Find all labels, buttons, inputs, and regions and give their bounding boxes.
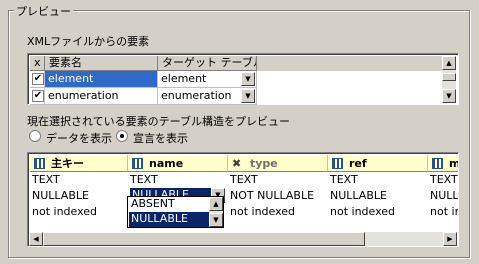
preview-row-index: not indexed not indexed not indexed not … [30,204,458,220]
column-icon[interactable] [332,158,343,169]
target-table-cell[interactable]: element ▼ [158,71,257,88]
scroll-left-button[interactable]: ◀ [29,232,43,246]
column-name: type [250,157,278,170]
column-icon[interactable] [34,158,45,169]
show-data-radio[interactable] [29,130,41,142]
column-header-element-name[interactable]: 要素名 [45,56,158,71]
target-table-value: enumeration [161,89,232,102]
table-cell: not indexed [32,205,98,218]
table-cell: NULLABLE [330,189,387,202]
scroll-right-button[interactable]: ▶ [443,232,457,246]
xml-elements-label: XMLファイルからの要素 [27,35,150,48]
row-checkbox-cell[interactable]: ✔ [30,88,45,105]
table-cell: TEXT [230,173,258,186]
element-name-cell[interactable]: element [45,71,158,88]
target-table-value: element [161,72,207,85]
scroll-down-button[interactable]: ▼ [209,213,223,227]
element-name-cell[interactable]: enumeration [45,88,158,105]
xml-grid-header: x 要素名 ターゲット テーブル [30,56,442,71]
checkbox[interactable]: ✔ [32,90,44,102]
column-name: ref [349,157,367,170]
scroll-thumb[interactable] [43,232,365,246]
xml-row-enumeration[interactable]: ✔ enumeration enumeration ▼ [30,88,442,105]
table-cell: NULLA [430,189,459,202]
target-dropdown-button[interactable]: ▼ [241,72,255,86]
row-checkbox-cell[interactable]: ✔ [30,71,45,88]
column-header-x[interactable]: x [30,56,45,71]
column-name: name [149,157,184,170]
table-cell: TEXT [430,173,458,186]
nullable-dropdown-list[interactable]: ABSENT NULLABLE ▲ ▼ [127,196,224,228]
preview-horizontal-scrollbar[interactable]: ◀ ▶ [29,232,457,246]
group-title: プレビュー [14,3,73,19]
preview-row-nullable: NULLABLE NULLABLE ▼ NOT NULLABLE NULLABL… [30,188,458,204]
column-icon[interactable] [432,158,443,169]
checkbox[interactable]: ✔ [32,73,44,85]
column-header-target-table[interactable]: ターゲット テーブル [158,56,257,71]
show-data-option[interactable]: データを表示 [29,130,119,145]
target-dropdown-button[interactable]: ▼ [241,89,255,103]
column-icon[interactable] [132,158,143,169]
preview-column-type[interactable]: ✖ type [228,155,328,172]
preview-column-primary-key[interactable]: 主キー [30,155,128,172]
preview-structure-label: 現在選択されている要素のテーブル構造をプレビュー [27,115,291,128]
table-cell: not indexed [330,205,396,218]
dropdown-option-absent[interactable]: ABSENT [129,197,209,212]
show-declaration-radio[interactable] [116,130,128,142]
column-name: 主キー [51,157,84,170]
dropdown-option-nullable[interactable]: NULLABLE [129,212,209,227]
preview-column-name[interactable]: name [128,155,228,172]
xml-row-element[interactable]: ✔ element element ▼ [30,71,442,88]
preview-row-type: TEXT TEXT TEXT TEXT TEXT [30,172,458,188]
target-table-cell[interactable]: enumeration ▼ [158,88,257,105]
preview-column-ref[interactable]: ref [328,155,428,172]
table-cell: not in [430,205,459,218]
table-cell: TEXT [130,173,158,186]
table-cell: NOT NULLABLE [230,189,315,202]
scroll-up-button[interactable]: ▲ [209,197,223,211]
scroll-thumb[interactable] [442,73,456,81]
dropdown-scrollbar[interactable]: ▲ ▼ [209,197,223,227]
table-cell: not indexed [230,205,296,218]
xml-grid-vertical-scrollbar[interactable]: ▲ ▼ [442,56,456,103]
scroll-up-button[interactable]: ▲ [442,56,456,70]
preview-grid-header: 主キー name ✖ type ref m [30,155,458,172]
xml-elements-grid: x 要素名 ターゲット テーブル ✔ element element ▼ ✔ e… [27,53,459,105]
show-declaration-label: 宣言を表示 [133,132,188,145]
table-cell: NULLABLE [32,189,89,202]
scroll-down-button[interactable]: ▼ [442,89,456,103]
table-cell: TEXT [32,173,60,186]
show-declaration-option[interactable]: 宣言を表示 [116,130,206,145]
show-data-label: データを表示 [46,132,112,145]
preview-dialog: プレビュー XMLファイルからの要素 x 要素名 ターゲット テーブル ✔ el… [0,0,479,264]
excluded-x-icon[interactable]: ✖ [232,155,244,172]
column-name: m [449,157,458,170]
preview-column-m[interactable]: m [428,155,458,172]
table-cell: TEXT [330,173,358,186]
